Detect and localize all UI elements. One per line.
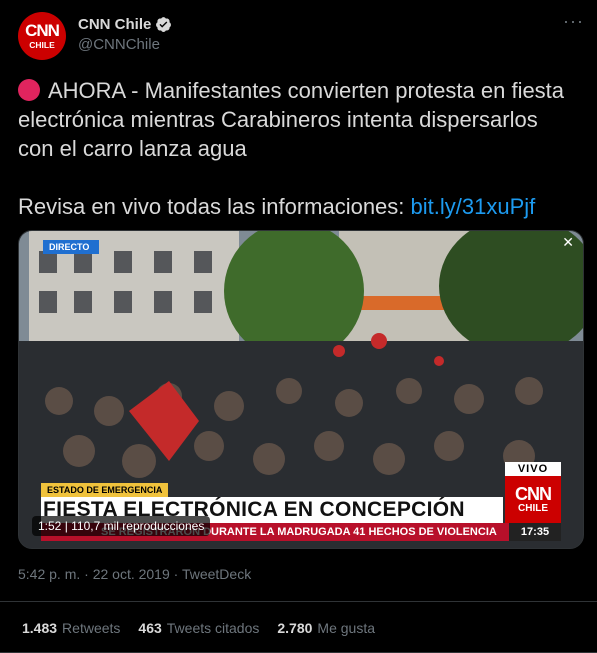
quotes-label: Tweets citados (166, 620, 260, 636)
author-names: CNN Chile @CNNChile (78, 16, 172, 53)
retweets-label: Retweets (62, 620, 121, 636)
avatar-logo-text: CNN (25, 20, 60, 40)
close-icon[interactable]: ✕ (562, 234, 574, 251)
avatar[interactable]: CNN CHILE (18, 12, 66, 60)
tweet-link[interactable]: bit.ly/31xuPjf (411, 194, 536, 219)
cnn-logo-text: CNN (515, 483, 552, 504)
divider (0, 601, 597, 602)
tweet-timestamp[interactable]: 5:42 p. m. · 22 oct. 2019 · TweetDeck (18, 566, 251, 582)
quotes-stat[interactable]: 463 Tweets citados (138, 620, 259, 636)
likes-label: Me gusta (317, 620, 376, 636)
video-player[interactable]: DIRECTO ✕ ESTADO DE EMERGENCIA FIESTA EL… (18, 230, 584, 549)
likes-stat[interactable]: 2.780 Me gusta (277, 620, 375, 636)
avatar-logo-subtext: CHILE (29, 39, 55, 50)
cnn-chile-logo: CNN CHILE (505, 476, 561, 523)
tweet-stats: 1.483 Retweets 463 Tweets citados 2.780 … (22, 620, 375, 636)
retweets-stat[interactable]: 1.483 Retweets (22, 620, 120, 636)
tweet-header: CNN CHILE CNN Chile @CNNChile ··· (18, 12, 583, 62)
display-name-row[interactable]: CNN Chile (78, 16, 172, 33)
cnn-logo-subtext: CHILE (518, 502, 548, 514)
tweet-paragraph-2: Revisa en vivo todas las informaciones: … (18, 192, 578, 221)
quotes-count: 463 (138, 620, 162, 636)
red-circle-emoji-icon (18, 79, 40, 101)
tweet-line-1: AHORA - Manifestantes convierten protest… (18, 78, 565, 161)
more-options-icon[interactable]: ··· (563, 12, 583, 34)
tweet-paragraph-1: AHORA - Manifestantes convierten protest… (18, 76, 578, 163)
handle[interactable]: @CNNChile (78, 36, 172, 53)
display-name[interactable]: CNN Chile (78, 16, 151, 33)
likes-count: 2.780 (277, 620, 313, 636)
tweet-line-2: Revisa en vivo todas las informaciones: (18, 194, 411, 219)
verified-badge-icon (155, 16, 172, 33)
vivo-label: VIVO (505, 462, 561, 476)
directo-badge: DIRECTO (43, 240, 100, 254)
video-duration-views: 1:52 | 110,7 mil reproducciones (32, 516, 211, 536)
estado-emergencia-label: ESTADO DE EMERGENCIA (41, 483, 169, 497)
ticker-clock: 17:35 (509, 523, 561, 541)
tweet-text: AHORA - Manifestantes convierten protest… (18, 76, 578, 221)
retweets-count: 1.483 (22, 620, 58, 636)
